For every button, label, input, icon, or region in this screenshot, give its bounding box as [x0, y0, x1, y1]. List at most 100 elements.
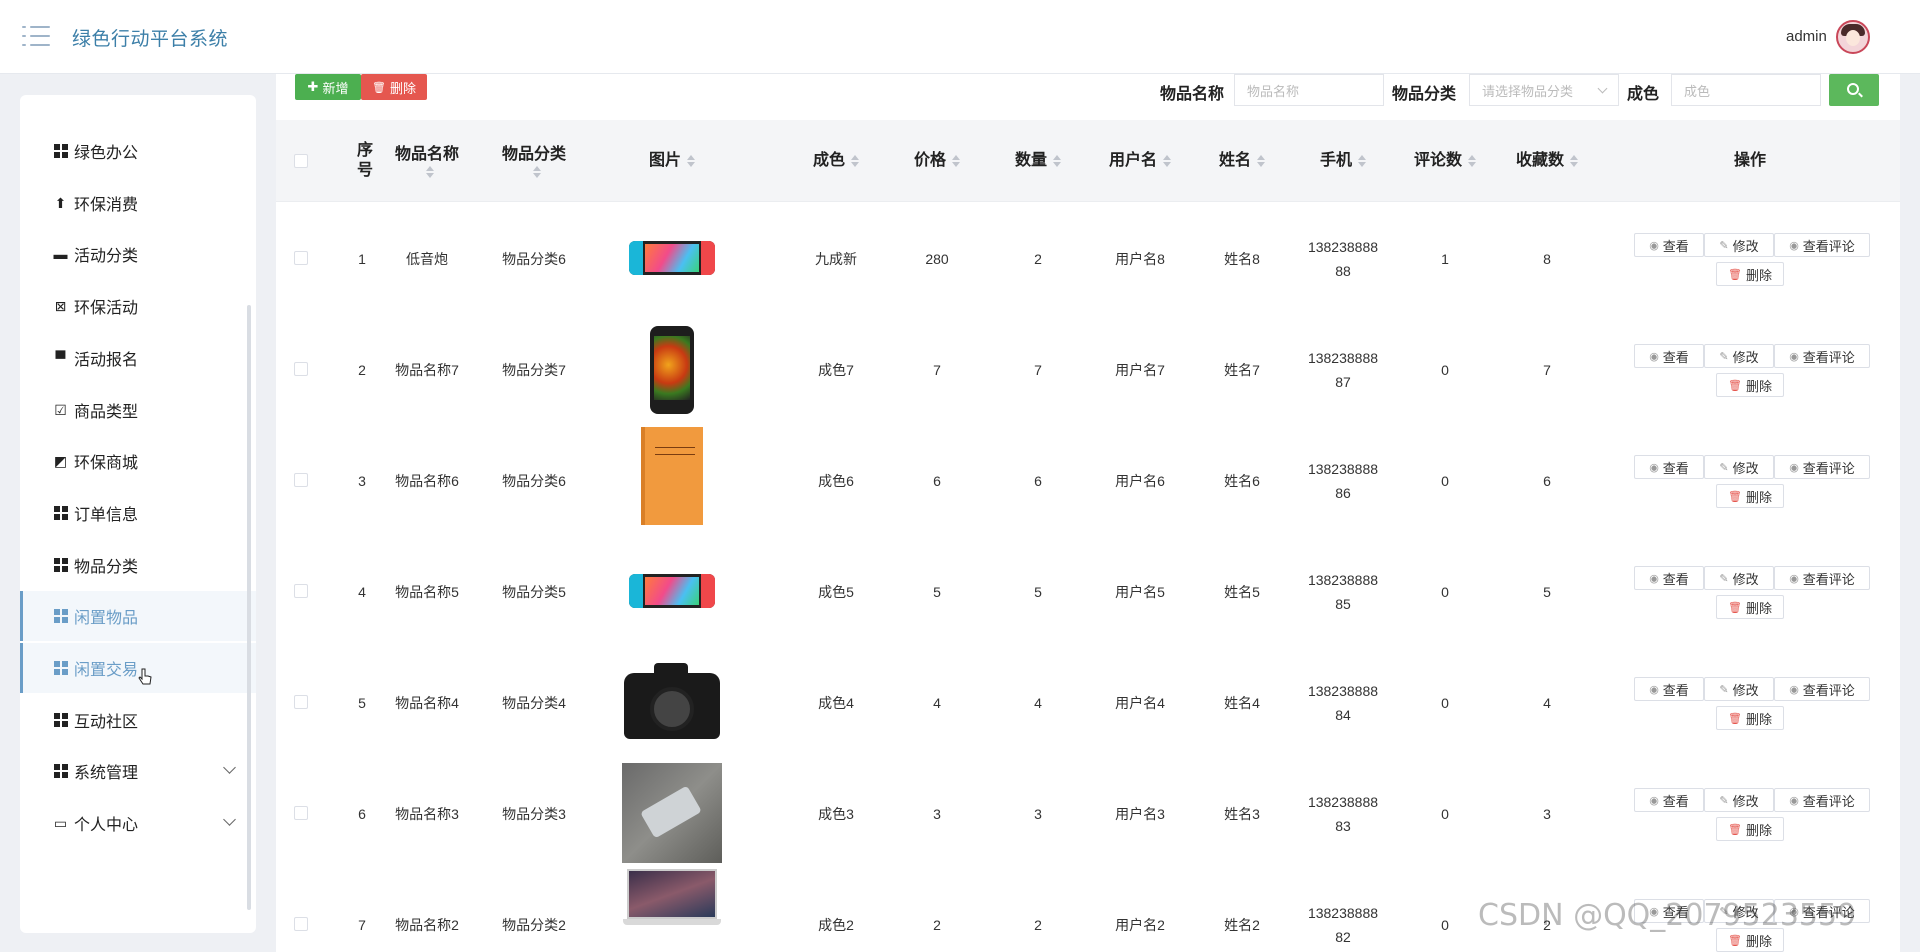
view-button[interactable]: ◉ 查看 [1634, 566, 1704, 590]
search-condition-input[interactable]: 成色 [1671, 74, 1821, 106]
delete-row-button[interactable]: 🗑 删除 [1716, 706, 1784, 730]
row-checkbox[interactable] [294, 251, 308, 265]
user-name[interactable]: admin [1786, 28, 1827, 45]
cell-name: 物品名称5 [395, 583, 459, 600]
edit-button[interactable]: ✎ 修改 [1704, 566, 1774, 590]
sidebar-item-10[interactable]: 闲置物品 [20, 591, 256, 642]
edit-button[interactable]: ✎ 修改 [1704, 344, 1774, 368]
select-all-checkbox[interactable] [294, 154, 308, 168]
item-image[interactable] [612, 647, 732, 758]
view-comments-button[interactable]: ◉ 查看评论 [1774, 455, 1870, 479]
table-row[interactable]: 3 物品名称6 物品分类6 成色6 6 6 用户名6 姓名6 138238888 86 0 6 ◉ 查看 ✎… [276, 425, 1900, 536]
sidebar-item-13[interactable]: 系统管理 [20, 746, 256, 796]
table-row[interactable]: 2 物品名称7 物品分类7 成色7 7 7 用户名7 姓名7 138238888 87 0 7 ◉ 查看 ✎… [276, 314, 1900, 425]
column-header-phone[interactable]: 手机 [1293, 120, 1393, 202]
view-comments-button[interactable]: ◉ 查看评论 [1774, 788, 1870, 812]
sort-icon[interactable] [1570, 155, 1578, 167]
sort-icon[interactable] [1163, 155, 1171, 167]
cell-name: 物品名称3 [395, 805, 459, 822]
edit-button[interactable]: ✎ 修改 [1704, 233, 1774, 257]
view-comments-button[interactable]: ◉ 查看评论 [1774, 233, 1870, 257]
view-button[interactable]: ◉ 查看 [1634, 344, 1704, 368]
column-header-quantity[interactable]: 数量 [988, 120, 1088, 202]
column-header-condition[interactable]: 成色 [786, 120, 886, 202]
column-header-name[interactable]: 物品名称 [382, 120, 472, 202]
sidebar-item-12[interactable]: 互动社区 [20, 695, 256, 745]
sidebar-item-14[interactable]: ▭ 个人中心 [20, 798, 256, 848]
user-avatar[interactable] [1836, 20, 1870, 54]
cell-category: 物品分类6 [502, 472, 566, 489]
sidebar-item-label: 订单信息 [74, 506, 139, 524]
view-button[interactable]: ◉ 查看 [1634, 788, 1704, 812]
cell-price: 2 [933, 916, 941, 933]
row-checkbox[interactable] [294, 695, 308, 709]
column-header-realname[interactable]: 姓名 [1192, 120, 1292, 202]
table-row[interactable]: 1 低音炮 物品分类6 九成新 280 2 用户名8 姓名8 138238888 88 1 8 ◉ 查看 ✎… [276, 203, 1900, 314]
item-image[interactable] [612, 425, 732, 536]
delete-row-button[interactable]: 🗑 删除 [1716, 262, 1784, 286]
table-row[interactable]: 6 物品名称3 物品分类3 成色3 3 3 用户名3 姓名3 138238888 83 0 3 ◉ 查看 ✎… [276, 758, 1900, 869]
delete-row-button[interactable]: 🗑 删除 [1716, 484, 1784, 508]
view-button[interactable]: ◉ 查看 [1634, 233, 1704, 257]
item-image[interactable] [612, 869, 732, 952]
item-image[interactable] [612, 314, 732, 425]
sidebar-item-3[interactable]: ▬ 活动分类 [20, 229, 256, 279]
delete-row-button[interactable]: 🗑 删除 [1716, 373, 1784, 397]
phone-part: 88 [1335, 262, 1351, 279]
sidebar-item-1[interactable]: 绿色办公 [20, 126, 256, 176]
menu-toggle-icon[interactable] [22, 26, 50, 46]
view-comments-button[interactable]: ◉ 查看评论 [1774, 677, 1870, 701]
sort-icon[interactable] [687, 155, 695, 167]
column-header-label: 评论数 [1413, 152, 1462, 169]
row-checkbox[interactable] [294, 584, 308, 598]
view-button[interactable]: ◉ 查看 [1634, 455, 1704, 479]
column-header-favorites[interactable]: 收藏数 [1497, 120, 1597, 202]
sort-icon[interactable] [426, 166, 434, 178]
edit-button[interactable]: ✎ 修改 [1704, 788, 1774, 812]
column-header-username[interactable]: 用户名 [1090, 120, 1190, 202]
row-checkbox[interactable] [294, 806, 308, 820]
row-checkbox[interactable] [294, 473, 308, 487]
item-image[interactable] [612, 536, 732, 647]
item-image[interactable] [612, 758, 732, 869]
search-name-input[interactable]: 物品名称 [1234, 74, 1384, 106]
delete-row-button[interactable]: 🗑 删除 [1716, 817, 1784, 841]
sidebar-item-6[interactable]: ☑ 商品类型 [20, 385, 256, 435]
sort-icon[interactable] [1468, 155, 1476, 167]
sort-icon[interactable] [1358, 155, 1366, 167]
sidebar-item-9[interactable]: 物品分类 [20, 540, 256, 590]
sidebar-item-8[interactable]: 订单信息 [20, 488, 256, 538]
add-button[interactable]: ✚ 新增 [295, 74, 361, 100]
cell-realname: 姓名6 [1224, 472, 1260, 489]
row-checkbox[interactable] [294, 362, 308, 376]
table-row[interactable]: 4 物品名称5 物品分类5 成色5 5 5 用户名5 姓名5 138238888 85 0 5 ◉ 查看 ✎… [276, 536, 1900, 647]
sidebar-item-5[interactable]: ▀ 活动报名 [20, 333, 256, 383]
view-comments-button[interactable]: ◉ 查看评论 [1774, 566, 1870, 590]
column-header-image[interactable]: 图片 [612, 120, 732, 202]
column-header-comments[interactable]: 评论数 [1395, 120, 1495, 202]
sidebar-scrollbar[interactable] [247, 305, 251, 910]
row-checkbox[interactable] [294, 917, 308, 931]
sort-icon[interactable] [851, 155, 859, 167]
edit-button[interactable]: ✎ 修改 [1704, 455, 1774, 479]
column-header-price[interactable]: 价格 [887, 120, 987, 202]
item-image[interactable] [612, 203, 732, 314]
sort-icon[interactable] [533, 166, 541, 178]
search-category-select[interactable]: 请选择物品分类 [1469, 74, 1619, 106]
sort-icon[interactable] [1053, 155, 1061, 167]
sidebar-item-4[interactable]: ⊠ 环保活动 [20, 281, 256, 331]
phone-part: 138238888 [1307, 460, 1379, 477]
view-button[interactable]: ◉ 查看 [1634, 677, 1704, 701]
sidebar-item-2[interactable]: ⬆ 环保消费 [20, 178, 256, 228]
sidebar-item-7[interactable]: ◩ 环保商城 [20, 436, 256, 486]
search-button[interactable] [1829, 74, 1879, 106]
sort-icon[interactable] [952, 155, 960, 167]
sort-icon[interactable] [1257, 155, 1265, 167]
delete-row-button[interactable]: 🗑 删除 [1716, 595, 1784, 619]
column-header-category[interactable]: 物品分类 [484, 120, 584, 202]
table-row[interactable]: 5 物品名称4 物品分类4 成色4 4 4 用户名4 姓名4 138238888 84 0 4 ◉ 查看 ✎… [276, 647, 1900, 758]
delete-button[interactable]: 🗑 删除 [361, 74, 427, 100]
view-comments-button[interactable]: ◉ 查看评论 [1774, 344, 1870, 368]
edit-button[interactable]: ✎ 修改 [1704, 677, 1774, 701]
edit-button-label: 修改 [1732, 349, 1759, 365]
